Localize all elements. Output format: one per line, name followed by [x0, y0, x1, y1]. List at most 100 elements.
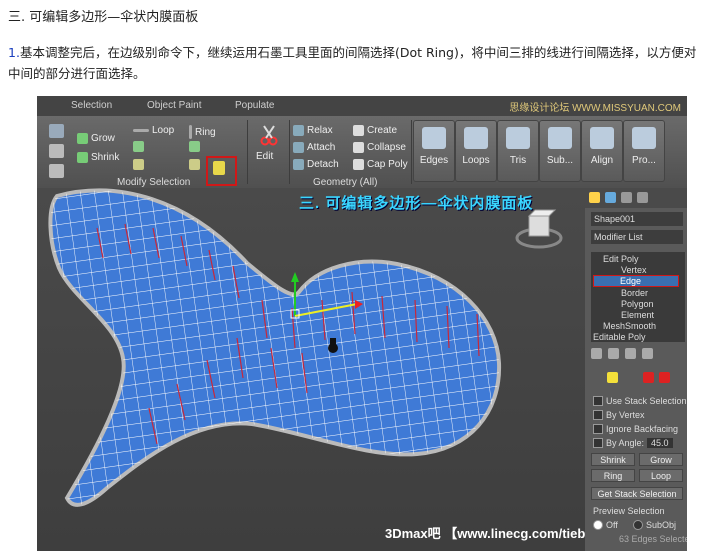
stack-item-border[interactable]: Border	[621, 288, 648, 298]
preview-off-radio[interactable]: Off	[593, 520, 618, 530]
selection-status: 63 Edges Selected	[619, 534, 687, 544]
make-unique-icon[interactable]	[625, 348, 636, 359]
loops-icon	[464, 127, 488, 149]
align-icon	[590, 127, 614, 149]
modifier-stack[interactable]: Edit Poly Vertex Edge Border Polygon Ele…	[591, 252, 685, 342]
separator	[289, 120, 290, 184]
max-screenshot: Selection Object Paint Populate 思缘设计论坛 W…	[37, 96, 687, 551]
stack-toolbar	[591, 348, 685, 362]
grow-button[interactable]: Grow	[77, 133, 115, 144]
collapse-button[interactable]: Collapse	[353, 142, 406, 153]
cap-poly-icon	[353, 159, 364, 170]
mesh-wireframe	[50, 190, 500, 505]
polygon-level-icon[interactable]	[49, 164, 64, 178]
stack-item-polygon[interactable]: Polygon	[621, 299, 654, 309]
motion-tab-icon[interactable]	[637, 192, 648, 203]
shrink-button[interactable]: Shrink	[77, 152, 119, 163]
loops-panel-button[interactable]: Loops	[455, 120, 497, 182]
tris-panel-button[interactable]: Tris	[497, 120, 539, 182]
dot-loop-icon	[133, 159, 144, 170]
geometry-label: Geometry (All)	[313, 177, 378, 188]
loop-button[interactable]: Loop	[133, 125, 174, 136]
ring-selection-button[interactable]: Ring	[591, 469, 635, 482]
tab-populate[interactable]: Populate	[235, 100, 274, 111]
tab-selection[interactable]: Selection	[71, 100, 112, 111]
relax-icon	[293, 125, 304, 136]
viewport-footer-watermark: 3Dmax吧 【www.linecg.com/tieba/1771】	[385, 526, 585, 541]
shrink-selection-button[interactable]: Shrink	[591, 453, 635, 466]
ribbon-tabs: Selection Object Paint Populate 思缘设计论坛 W…	[37, 96, 687, 116]
scissors-icon	[259, 124, 279, 146]
preview-subobj-radio[interactable]: SubObj	[633, 520, 676, 530]
minus-icon	[189, 159, 200, 170]
use-stack-selection-checkbox[interactable]: Use Stack Selection	[593, 396, 687, 406]
stack-item-meshsmooth[interactable]: MeshSmooth	[603, 321, 656, 331]
doc-paragraph: 1.基本调整完后，在边级别命令下，继续运用石墨工具里面的间隔选择(Dot Rin…	[8, 42, 698, 84]
create-tab-icon[interactable]	[589, 192, 600, 203]
by-angle-checkbox[interactable]: By Angle: 45.0	[593, 438, 673, 448]
get-stack-selection-button[interactable]: Get Stack Selection	[591, 487, 683, 500]
ring-button[interactable]: Ring	[189, 125, 216, 139]
show-end-result-icon[interactable]	[608, 348, 619, 359]
element-subobject-icon[interactable]	[659, 372, 670, 383]
ring-grow-button[interactable]	[189, 141, 200, 152]
graphite-ribbon: Selection Object Paint Populate 思缘设计论坛 W…	[37, 96, 687, 188]
attach-icon	[293, 142, 304, 153]
plus-icon	[189, 141, 200, 152]
shrink-icon	[77, 152, 88, 163]
detach-icon	[293, 159, 304, 170]
paragraph-text: 基本调整完后，在边级别命令下，继续运用石墨工具里面的间隔选择(Dot Ring)…	[8, 45, 697, 81]
create-button[interactable]: Create	[353, 125, 397, 136]
viewcube[interactable]	[515, 209, 563, 249]
grow-icon	[77, 133, 88, 144]
perspective-viewport[interactable]: 三. 可编辑多边形—伞状内膜面板 3Dmax吧 【www.linecg.com/…	[37, 188, 585, 551]
create-icon	[353, 125, 364, 136]
pin-stack-icon[interactable]	[591, 348, 602, 359]
separator	[247, 120, 248, 184]
edge-subobject-icon[interactable]	[607, 372, 618, 383]
viewport-overlay-title: 三. 可编辑多边形—伞状内膜面板	[299, 195, 534, 212]
loop-icon	[133, 129, 149, 132]
edges-icon	[422, 127, 446, 149]
stack-item-edit-poly[interactable]: Edit Poly	[603, 254, 639, 264]
ignore-backfacing-checkbox[interactable]: Ignore Backfacing	[593, 424, 678, 434]
edit-button[interactable]: Edit	[251, 120, 289, 184]
ring-shrink-button[interactable]	[189, 159, 200, 170]
relax-button[interactable]: Relax	[293, 125, 333, 136]
tab-object-paint[interactable]: Object Paint	[147, 100, 201, 111]
loop-dot-button[interactable]	[133, 159, 144, 170]
grow-selection-button[interactable]: Grow	[639, 453, 683, 466]
detach-button[interactable]: Detach	[293, 159, 339, 170]
edges-panel-button[interactable]: Edges	[413, 120, 455, 182]
modifier-list-dropdown[interactable]: Modifier List	[591, 230, 683, 244]
stack-item-element[interactable]: Element	[621, 310, 654, 320]
remove-modifier-icon[interactable]	[642, 348, 653, 359]
stack-item-vertex[interactable]: Vertex	[621, 265, 647, 275]
modify-selection-label: Modify Selection	[117, 177, 191, 188]
paragraph-number: 1.	[8, 45, 20, 60]
cap-poly-button[interactable]: Cap Poly	[353, 159, 408, 170]
stack-item-editable-poly[interactable]: Editable Poly	[593, 332, 646, 342]
edit-label: Edit	[256, 151, 274, 162]
by-vertex-checkbox[interactable]: By Vertex	[593, 410, 645, 420]
stack-item-edge[interactable]: Edge	[593, 275, 679, 287]
edge-level-icon[interactable]	[49, 144, 64, 158]
align-panel-button[interactable]: Align	[581, 120, 623, 182]
loop-selection-button[interactable]: Loop	[639, 469, 683, 482]
loop-grow-button[interactable]	[133, 141, 144, 152]
object-name-field[interactable]: Shape001	[591, 212, 683, 226]
command-panel-tabs	[585, 188, 687, 208]
modify-tab-icon[interactable]	[605, 192, 616, 203]
polygon-subobject-icon[interactable]	[643, 372, 654, 383]
attach-button[interactable]: Attach	[293, 142, 335, 153]
vertex-level-icon[interactable]	[49, 124, 64, 138]
tris-icon	[506, 127, 530, 149]
fish-mesh	[48, 188, 563, 507]
command-panel: Shape001 Modifier List Edit Poly Vertex …	[585, 188, 687, 551]
properties-panel-button[interactable]: Pro...	[623, 120, 665, 182]
by-angle-value[interactable]: 45.0	[647, 438, 673, 448]
ring-icon	[189, 125, 192, 139]
subdivision-panel-button[interactable]: Sub...	[539, 120, 581, 182]
hierarchy-tab-icon[interactable]	[621, 192, 632, 203]
separator	[411, 120, 412, 184]
